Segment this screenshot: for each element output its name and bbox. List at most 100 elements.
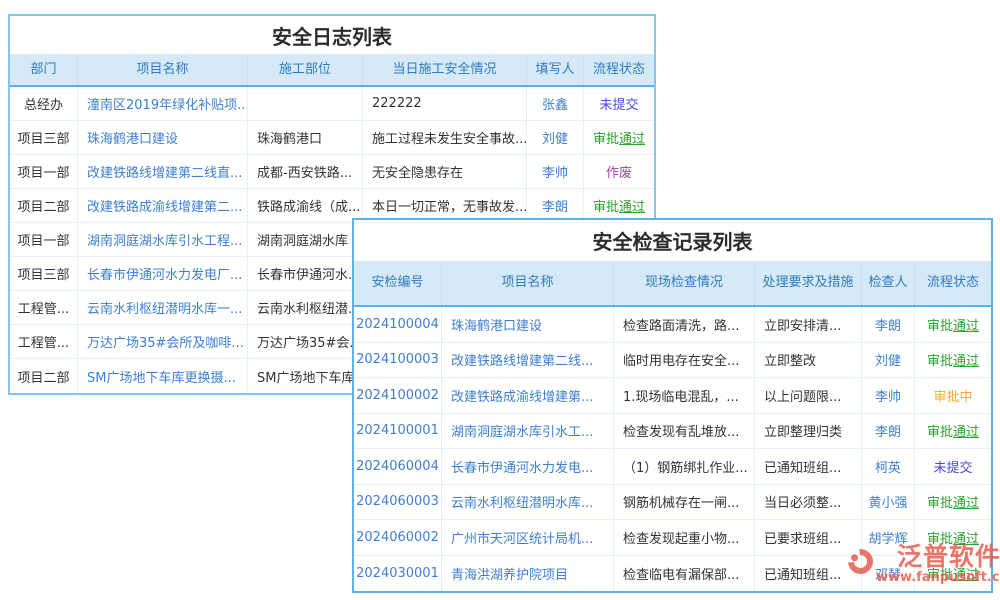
cell-project[interactable]: 改建铁路线增建第二线直...: [78, 155, 248, 188]
cell-measure: 已通知班组...: [755, 556, 862, 592]
cell-situation: 检查发现起重小物...: [614, 520, 755, 555]
cell-situation: 钢筋机械存在一闸...: [614, 485, 755, 520]
cell-project[interactable]: 长春市伊通河水力发电厂...: [78, 257, 248, 290]
cell-no[interactable]: 2024030001: [354, 556, 442, 592]
cell-inspector[interactable]: 李朗: [862, 414, 915, 449]
cell-dept: 项目三部: [10, 257, 78, 290]
cell-project[interactable]: 青海洪湖养护院项目: [442, 556, 614, 592]
cell-project[interactable]: 改建铁路成渝线增建第二...: [78, 189, 248, 222]
cell-project[interactable]: 改建铁路线增建第二线...: [442, 343, 614, 378]
column-header: 流程状态: [584, 55, 654, 85]
column-header: 安检编号: [354, 262, 442, 305]
cell-project[interactable]: 云南水利枢纽潜明水库...: [442, 485, 614, 520]
safety-log-title: 安全日志列表: [10, 16, 654, 55]
cell-part: 万达广场35#会...: [248, 325, 363, 358]
cell-dept: 项目一部: [10, 223, 78, 256]
cell-dept: 项目二部: [10, 189, 78, 222]
table-row: 2024060004长春市伊通河水力发电...（1）钢筋绑扎作业...已通知班组…: [354, 449, 991, 485]
cell-part: 珠海鹤港口: [248, 121, 363, 154]
cell-measure: 立即整理归类: [755, 414, 862, 449]
cell-status[interactable]: 审批通过: [915, 343, 991, 378]
column-header: 当日施工安全情况: [363, 55, 527, 85]
column-header: 处理要求及措施: [755, 262, 862, 305]
cell-project[interactable]: 长春市伊通河水力发电...: [442, 449, 614, 484]
table-row: 2024100002改建铁路成渝线增建第...1.现场临电混乱，...以上问题限…: [354, 378, 991, 414]
table-row: 2024100001湖南洞庭湖水库引水工...检查发现有乱堆放...立即整理归类…: [354, 414, 991, 450]
cell-situation: 1.现场临电混乱，...: [614, 378, 755, 413]
cell-project[interactable]: 湖南洞庭湖水库引水工...: [442, 414, 614, 449]
cell-status: 未提交: [915, 449, 991, 484]
cell-status[interactable]: 审批通过: [915, 485, 991, 520]
inspection-record-header-row: 安检编号项目名称现场检查情况处理要求及措施检查人流程状态: [354, 262, 991, 307]
cell-part: 长春市伊通河水...: [248, 257, 363, 290]
cell-measure: 已通知班组...: [755, 449, 862, 484]
table-row: 总经办潼南区2019年绿化补贴项... 222222张鑫未提交: [10, 87, 654, 121]
cell-no[interactable]: 2024060003: [354, 485, 442, 520]
cell-project[interactable]: 改建铁路成渝线增建第...: [442, 378, 614, 413]
cell-inspector[interactable]: 刘健: [862, 343, 915, 378]
cell-no[interactable]: 2024100002: [354, 378, 442, 413]
cell-measure: 立即整改: [755, 343, 862, 378]
cell-situation: 222222: [363, 87, 527, 120]
cell-no[interactable]: 2024100004: [354, 307, 442, 342]
inspection-record-title: 安全检查记录列表: [354, 220, 991, 262]
cell-project[interactable]: 珠海鹤港口建设: [78, 121, 248, 154]
cell-no[interactable]: 2024060004: [354, 449, 442, 484]
cell-measure: 当日必须整...: [755, 485, 862, 520]
cell-part: 云南水利枢纽潜...: [248, 291, 363, 324]
cell-project[interactable]: 湖南洞庭湖水库引水工程...: [78, 223, 248, 256]
cell-dept: 项目二部: [10, 359, 78, 393]
cell-situation: 检查临电有漏保部...: [614, 556, 755, 592]
safety-log-header-row: 部门项目名称施工部位当日施工安全情况填写人流程状态: [10, 55, 654, 87]
column-header: 检查人: [862, 262, 915, 305]
cell-dept: 工程管...: [10, 291, 78, 324]
cell-dept: 项目一部: [10, 155, 78, 188]
column-header: 填写人: [527, 55, 584, 85]
inspection-record-table-card: 安全检查记录列表 安检编号项目名称现场检查情况处理要求及措施检查人流程状态 20…: [352, 218, 993, 593]
cell-status: 作废: [584, 155, 654, 188]
cell-inspector[interactable]: 柯英: [862, 449, 915, 484]
cell-project[interactable]: 万达广场35#会所及咖啡...: [78, 325, 248, 358]
cell-measure: 已要求班组...: [755, 520, 862, 555]
table-row: 2024060003云南水利枢纽潜明水库...钢筋机械存在一闸...当日必须整.…: [354, 485, 991, 521]
cell-no[interactable]: 2024100001: [354, 414, 442, 449]
column-header: 现场检查情况: [614, 262, 755, 305]
cell-situation: （1）钢筋绑扎作业...: [614, 449, 755, 484]
cell-project[interactable]: 广州市天河区统计局机...: [442, 520, 614, 555]
cell-status[interactable]: 审批通过: [584, 121, 654, 154]
cell-part: 湖南洞庭湖水库: [248, 223, 363, 256]
cell-status[interactable]: 审批通过: [915, 307, 991, 342]
cell-status: 未提交: [584, 87, 654, 120]
cell-dept: 总经办: [10, 87, 78, 120]
table-row: 项目一部改建铁路线增建第二线直...成都-西安铁路...无安全隐患存在李帅作废: [10, 155, 654, 189]
column-header: 部门: [10, 55, 78, 85]
cell-project[interactable]: 珠海鹤港口建设: [442, 307, 614, 342]
cell-project[interactable]: 云南水利枢纽潜明水库一...: [78, 291, 248, 324]
cell-situation: 检查路面清洗，路...: [614, 307, 755, 342]
cell-situation: 检查发现有乱堆放...: [614, 414, 755, 449]
column-header: 项目名称: [78, 55, 248, 85]
cell-measure: 立即安排清...: [755, 307, 862, 342]
cell-project[interactable]: SM广场地下车库更换摄...: [78, 359, 248, 393]
cell-inspector[interactable]: 李帅: [862, 378, 915, 413]
watermark-brand: 泛普软件: [897, 543, 1000, 571]
cell-no[interactable]: 2024060002: [354, 520, 442, 555]
cell-part: 铁路成渝线（成...: [248, 189, 363, 222]
cell-inspector[interactable]: 黄小强: [862, 485, 915, 520]
cell-dept: 项目三部: [10, 121, 78, 154]
table-row: 项目三部珠海鹤港口建设珠海鹤港口施工过程未发生安全事故...刘健审批通过: [10, 121, 654, 155]
cell-status[interactable]: 审批通过: [915, 414, 991, 449]
cell-status: 审批中: [915, 378, 991, 413]
cell-no[interactable]: 2024100003: [354, 343, 442, 378]
cell-writer[interactable]: 张鑫: [527, 87, 584, 120]
fanpu-logo-icon: [843, 544, 878, 579]
cell-project[interactable]: 潼南区2019年绿化补贴项...: [78, 87, 248, 120]
cell-situation: 无安全隐患存在: [363, 155, 527, 188]
table-row: 2024100003改建铁路线增建第二线...临时用电存在安全...立即整改刘健…: [354, 343, 991, 379]
cell-writer[interactable]: 刘健: [527, 121, 584, 154]
cell-inspector[interactable]: 李朗: [862, 307, 915, 342]
cell-part: 成都-西安铁路...: [248, 155, 363, 188]
cell-writer[interactable]: 李帅: [527, 155, 584, 188]
column-header: 施工部位: [248, 55, 363, 85]
column-header: 项目名称: [442, 262, 614, 305]
